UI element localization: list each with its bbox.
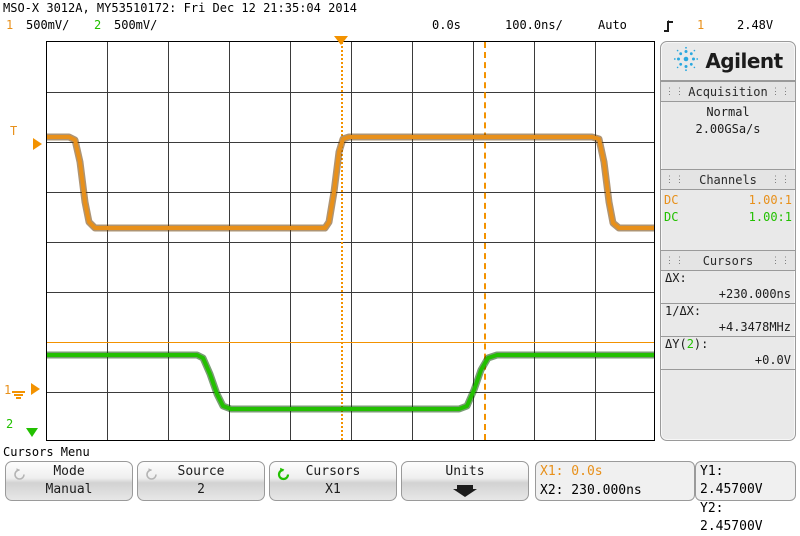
cursor-delta-x-label: ΔX:: [665, 271, 687, 285]
trigger-level-label[interactable]: 2.48V: [737, 18, 773, 32]
cursor-delta-y-label: ΔY(2):: [665, 337, 709, 351]
cursor-x1-value: X1: 0.0s: [540, 464, 603, 479]
trigger-position-marker[interactable]: [334, 36, 348, 45]
agilent-sparkle-logo-icon: [673, 46, 699, 76]
waveform-graticule[interactable]: [46, 41, 655, 441]
trigger-level-marker-arrow[interactable]: [33, 138, 42, 150]
ch2-scale-label[interactable]: 500mV/: [114, 18, 157, 32]
ch2-probe-label: 1.00:1: [748, 210, 792, 224]
drag-dots-left-icon: ⋮⋮: [665, 86, 685, 97]
cursor-x2-value: X2: 230.000ns: [540, 483, 642, 498]
drag-dots-left-icon: ⋮⋮: [665, 255, 685, 266]
ch2-ground-marker-label: 2: [6, 417, 14, 431]
softkey-cursors-value: X1: [325, 482, 341, 497]
ch1-ground-marker-label: 1: [4, 383, 12, 397]
ch1-indicator[interactable]: 1: [6, 18, 13, 32]
ch2-coupling-label: DC: [664, 210, 679, 224]
rising-edge-icon: [662, 19, 676, 36]
cursor-inv-delta-x: 1/ΔX: +4.3478MHz: [661, 304, 795, 337]
trigger-mode-label[interactable]: Auto: [598, 18, 627, 32]
cursor-inv-delta-x-value: +4.3478MHz: [718, 320, 791, 334]
ch1-coupling-label: DC: [664, 193, 679, 207]
menu-title: Cursors Menu: [3, 445, 90, 459]
cursor-inv-delta-x-label: 1/ΔX:: [665, 304, 702, 318]
softkey-source-label: Source: [177, 464, 225, 479]
scope-screen: MSO-X 3012A, MY53510172: Fri Dec 12 21:3…: [0, 0, 800, 534]
softkey-source-value: 2: [197, 482, 205, 497]
softkey-units-label: Units: [445, 464, 485, 479]
trigger-level-marker-label: T: [10, 124, 18, 138]
time-scale-label[interactable]: 100.0ns/: [505, 18, 563, 32]
softkey-cursors[interactable]: Cursors X1: [269, 461, 397, 501]
cursor-y2-value: Y2: 2.45700V: [700, 501, 763, 534]
acquisition-title: Acquisition: [688, 84, 768, 99]
drag-dots-left-icon: ⋮⋮: [665, 174, 685, 185]
softkey-mode-label: Mode: [53, 464, 85, 479]
softkey-source[interactable]: Source 2: [137, 461, 265, 501]
status-row: 1 500mV/ 2 500mV/ 0.0s 100.0ns/ Auto 1 2…: [0, 18, 800, 36]
cursor-x-values-box: X1: 0.0s X2: 230.000ns: [535, 461, 695, 501]
cursor-delta-y-value: +0.0V: [754, 353, 791, 367]
channels-section-header[interactable]: ⋮⋮ Channels ⋮⋮: [661, 169, 795, 190]
trigger-source-label[interactable]: 1: [697, 18, 704, 32]
cursor-y-values-box: Y1: 2.45700V Y2: 2.45700V: [695, 461, 796, 534]
acquisition-section-header[interactable]: ⋮⋮ Acquisition ⋮⋮: [661, 81, 795, 102]
drag-dots-right-icon: ⋮⋮: [771, 86, 791, 97]
ch2-waveform-trace: [47, 351, 654, 413]
ch2-indicator[interactable]: 2: [94, 18, 101, 32]
channel-row[interactable]: DC 1.00:1: [661, 209, 795, 226]
agilent-logo: Agilent: [661, 42, 795, 81]
status-sidebar: Agilent ⋮⋮ Acquisition ⋮⋮ Normal 2.00GSa…: [660, 41, 796, 441]
softkey-mode-value: Manual: [45, 482, 93, 497]
acquisition-samplerate-value: 2.00GSa/s: [695, 122, 761, 136]
channels-title: Channels: [699, 172, 757, 187]
softkey-cursors-label: Cursors: [305, 464, 361, 479]
chevron-down-icon: [453, 483, 477, 502]
softkey-bar: Mode Manual Source 2 Cursors X1 Units X1…: [0, 461, 800, 534]
softkey-units[interactable]: Units: [401, 461, 529, 501]
drag-dots-right-icon: ⋮⋮: [771, 255, 791, 266]
ch2-ground-marker-arrow[interactable]: [26, 428, 38, 437]
agilent-brand-label: Agilent: [705, 49, 783, 73]
cursor-y1-value: Y1: 2.45700V: [700, 464, 763, 497]
ch1-ground-icon: [12, 390, 25, 399]
acquisition-mode-value: Normal: [706, 105, 750, 119]
ch1-ground-marker-arrow[interactable]: [31, 383, 40, 395]
softkey-mode[interactable]: Mode Manual: [5, 461, 133, 501]
channel-row[interactable]: DC 1.00:1: [661, 192, 795, 209]
cursors-section-header[interactable]: ⋮⋮ Cursors ⋮⋮: [661, 250, 795, 271]
cursor-delta-y-source: 2: [686, 337, 694, 351]
cursor-delta-y: ΔY(2): +0.0V: [661, 337, 795, 370]
time-delay-label[interactable]: 0.0s: [432, 18, 461, 32]
cursor-delta-x-value: +230.000ns: [718, 287, 791, 301]
ch1-scale-label[interactable]: 500mV/: [26, 18, 69, 32]
instrument-info-line: MSO-X 3012A, MY53510172: Fri Dec 12 21:3…: [3, 1, 358, 15]
drag-dots-right-icon: ⋮⋮: [771, 174, 791, 185]
cursor-delta-x: ΔX: +230.000ns: [661, 271, 795, 304]
ch1-probe-label: 1.00:1: [748, 193, 792, 207]
cursors-title: Cursors: [702, 253, 754, 268]
